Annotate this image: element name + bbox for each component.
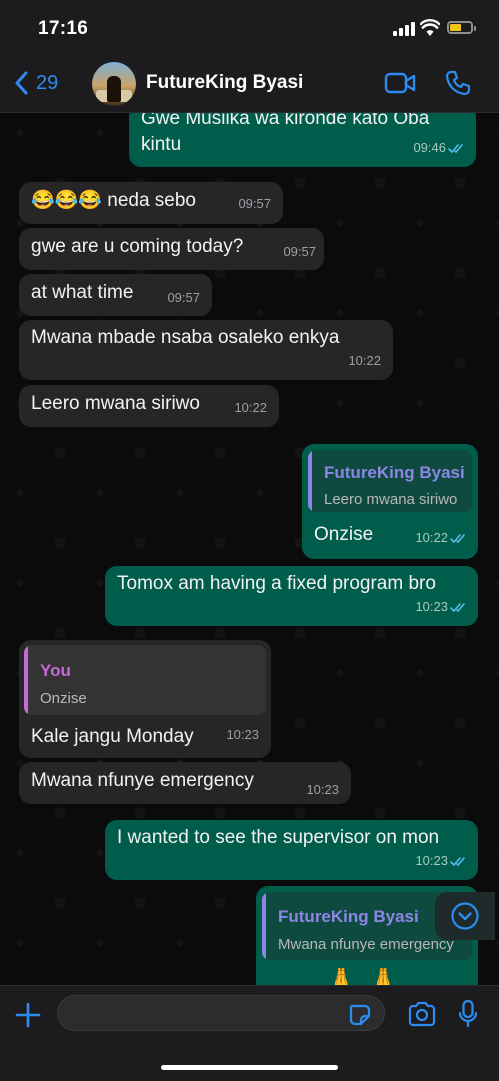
contact-name[interactable]: FutureKing Byasi xyxy=(146,72,303,94)
message-time: 10:22 xyxy=(234,400,267,415)
message-time: 10:22 xyxy=(415,525,468,551)
camera-icon[interactable] xyxy=(407,1001,437,1027)
chat-area[interactable]: Gwe Musiika wa kironde kato Oba kintu 09… xyxy=(0,113,499,985)
message-bubble-incoming[interactable]: Mwana mbade nsaba osaleko enkya 10:22 xyxy=(19,320,393,380)
message-time: 09:46 xyxy=(413,135,466,161)
read-ticks-icon xyxy=(450,857,465,866)
message-bubble-outgoing[interactable]: Tomox am having a fixed program bro 10:2… xyxy=(105,566,478,626)
read-ticks-icon xyxy=(450,534,465,543)
message-text: Gwe Musiika wa kironde kato Oba kintu xyxy=(141,113,430,155)
message-bubble-incoming[interactable]: Mwana nfunye emergency 10:23 xyxy=(19,762,351,804)
message-bubble-incoming[interactable]: gwe are u coming today? 09:57 xyxy=(19,228,324,270)
quoted-text: Leero mwana siriwo xyxy=(324,491,458,508)
message-text: Onzise xyxy=(314,524,374,545)
message-time: 10:23 xyxy=(415,594,468,620)
message-time: 10:23 xyxy=(415,848,468,874)
message-input[interactable] xyxy=(57,995,385,1031)
unread-count: 29 xyxy=(36,71,59,94)
message-time: 09:57 xyxy=(167,290,200,305)
phone-icon[interactable] xyxy=(444,69,472,97)
message-text: Kale jangu Monday xyxy=(31,726,194,747)
plus-icon[interactable] xyxy=(14,1001,42,1029)
wifi-icon xyxy=(420,19,440,36)
status-bar: 17:16 xyxy=(0,0,499,56)
message-time: 10:23 xyxy=(226,727,259,742)
quoted-sender: FutureKing Byasi xyxy=(278,907,419,926)
message-bubble-incoming[interactable]: 😂😂😂 neda sebo 09:57 xyxy=(19,182,283,224)
scroll-down-icon xyxy=(451,902,479,930)
message-text: Mwana nfunye emergency xyxy=(31,770,254,791)
avatar[interactable] xyxy=(92,62,136,106)
scroll-to-bottom-button[interactable] xyxy=(435,892,495,940)
message-text: gwe are u coming today? xyxy=(31,236,244,257)
quoted-sender: FutureKing Byasi xyxy=(324,463,465,482)
message-text: Leero mwana siriwo xyxy=(31,393,200,414)
message-bubble-outgoing[interactable]: I wanted to see the supervisor on mon 10… xyxy=(105,820,478,880)
message-bubble-incoming[interactable]: You Onzise Kale jangu Monday 10:23 xyxy=(19,640,271,758)
message-bubble-outgoing[interactable]: Gwe Musiika wa kironde kato Oba kintu 09… xyxy=(129,113,476,167)
message-time: 09:57 xyxy=(238,196,271,211)
message-text: 🙏🙏 xyxy=(320,966,405,985)
status-time: 17:16 xyxy=(38,18,89,39)
message-bubble-incoming[interactable]: Leero mwana siriwo 10:22 xyxy=(19,385,279,427)
quoted-message[interactable]: You Onzise xyxy=(24,645,266,715)
message-time: 09:57 xyxy=(283,244,316,259)
message-text: I wanted to see the supervisor on mon xyxy=(117,827,440,848)
message-text: 😂😂😂 neda sebo xyxy=(31,190,196,211)
battery-icon xyxy=(447,21,476,34)
read-ticks-icon xyxy=(450,603,465,612)
message-text: Mwana mbade nsaba osaleko enkya xyxy=(31,327,340,348)
read-ticks-icon xyxy=(448,144,463,153)
chevron-left-icon xyxy=(15,71,28,95)
message-time: 10:22 xyxy=(348,353,381,368)
sticker-icon[interactable] xyxy=(348,1003,372,1027)
message-text: at what time xyxy=(31,282,134,303)
message-bubble-incoming[interactable]: at what time 09:57 xyxy=(19,274,212,316)
quoted-sender: You xyxy=(40,661,71,680)
message-text: Tomox am having a fixed program bro xyxy=(117,573,436,594)
quoted-text: Onzise xyxy=(40,690,87,707)
message-time: 10:23 xyxy=(306,782,339,797)
microphone-icon[interactable] xyxy=(458,999,478,1029)
quoted-text: Mwana nfunye emergency xyxy=(278,936,454,953)
back-button[interactable]: 29 xyxy=(14,68,58,98)
quoted-message[interactable]: FutureKing Byasi Leero mwana siriwo xyxy=(308,450,472,512)
message-bubble-outgoing[interactable]: FutureKing Byasi Leero mwana siriwo Onzi… xyxy=(302,444,478,559)
chat-header: 29 FutureKing Byasi xyxy=(0,56,499,113)
home-indicator xyxy=(161,1065,338,1070)
video-call-icon[interactable] xyxy=(384,69,416,97)
cellular-signal-icon xyxy=(393,22,417,36)
